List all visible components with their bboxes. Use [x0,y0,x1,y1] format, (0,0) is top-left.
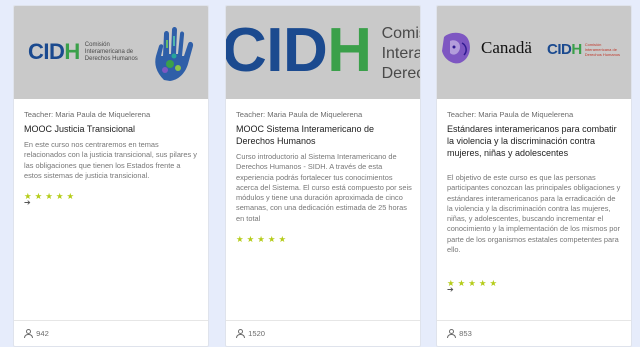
canada-wordmark: Canadä [481,38,532,57]
cidh-logo: CIDH Comisión Interamericana Derechos Hu [226,16,420,85]
course-rating: ★ ★ ★ ★ ★ [236,229,412,244]
course-card[interactable]: CIDH Comisión Interamericana Derechos Hu… [225,5,421,347]
user-icon [24,329,33,338]
course-rating: ★ ★ ★ ★ ★ [447,273,623,288]
course-card[interactable]: Canadä CIDH Comisión Interamericana de D… [436,5,632,347]
course-banner-image[interactable]: CIDH Comisión Interamericana Derechos Hu [226,6,420,99]
star-icon: ★ [66,191,75,202]
course-banner-image[interactable]: Canadä CIDH Comisión Interamericana de D… [437,6,631,99]
course-card[interactable]: CIDH Comisión Interamericana de Derechos… [13,5,209,347]
course-rating: ★ ★ ★ ★ ★ [24,186,200,201]
course-description: Curso introductorio al Sistema Interamer… [236,152,412,223]
hand-print-icon [155,27,194,81]
student-count: 942 [36,329,49,338]
course-grid: CIDH Comisión Interamericana de Derechos… [0,0,640,347]
course-footer: 942 [14,320,208,346]
star-icon: ★ [468,278,476,289]
star-icon: ★ [257,234,265,245]
star-icon: ★ [478,278,487,289]
star-icon: ★ [45,191,53,202]
star-icon: ★ [278,234,287,245]
user-icon [447,329,456,338]
course-footer: 1520 [226,320,420,346]
star-icon: ★ [457,278,466,289]
course-footer: 853 [437,320,631,346]
course-teacher: Teacher: Maria Paula de Miquelerena [24,110,151,119]
cidh-logo: CIDH Comisión Interamericana de Derechos… [547,41,621,58]
student-count: 853 [459,329,472,338]
user-icon [236,329,245,338]
star-icon: ★ [236,234,244,245]
star-icon: ★ [246,234,255,245]
course-title[interactable]: MOOC Sistema Interamericano de Derechos … [236,123,412,147]
course-description: En este curso nos centraremos en temas r… [24,140,197,180]
course-title[interactable]: Estándares interamericanos para combatir… [447,123,623,159]
course-description: El objetivo de este curso es que las per… [447,173,621,255]
course-teacher: Teacher: Maria Paula de Miquelerena [447,110,574,119]
faces-illustration-icon [442,32,470,64]
course-teacher: Teacher: Maria Paula de Miquelerena [236,110,363,119]
course-title[interactable]: MOOC Justicia Transicional [24,123,200,135]
cidh-logo: CIDH Comisión Interamericana de Derechos… [28,39,138,64]
star-icon: ★ [34,191,43,202]
star-icon: ★ [55,191,64,202]
star-icon: ★ [267,234,276,245]
star-icon: ★ [489,278,498,289]
course-banner-image[interactable]: CIDH Comisión Interamericana de Derechos… [14,6,208,99]
student-count: 1520 [248,329,266,338]
